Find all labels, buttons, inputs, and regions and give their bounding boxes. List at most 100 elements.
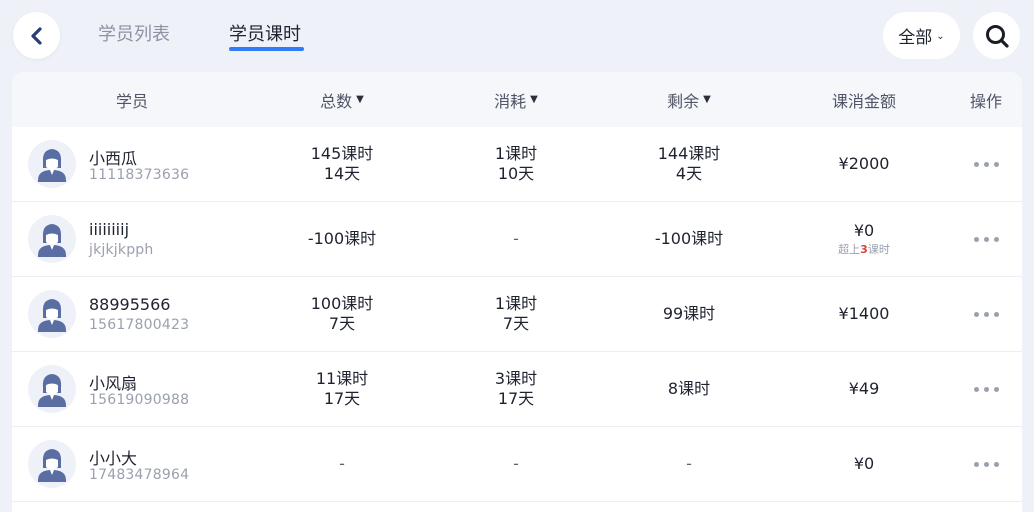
back-button[interactable] (13, 12, 60, 59)
column-header-remaining[interactable]: 剩余 ▼ (649, 72, 729, 127)
consumed-value-line: 17天 (497, 389, 535, 408)
chevron-left-icon (30, 26, 42, 45)
total-hours-cell: -100课时 (292, 202, 392, 276)
student-hours-table: 学员 总数 ▼ 消耗 ▼ 剩余 ▼ 课消金额 操作 小西瓜 11118373636 1… (12, 72, 1022, 512)
column-label: 学员 (115, 91, 148, 111)
total-hours-cell: 145课时 14天 (292, 127, 392, 201)
column-header-total[interactable]: 总数 ▼ (302, 72, 382, 127)
remaining-value-line: -100课时 (654, 229, 724, 248)
consumed-value-line: 1课时 (494, 294, 538, 313)
amount-value: ¥1400 (838, 304, 890, 323)
remaining-value-line: 144课时 (657, 144, 721, 163)
consumed-hours-cell: 3课时 17天 (466, 352, 566, 426)
active-tab-indicator (229, 47, 304, 51)
more-icon (973, 236, 999, 242)
more-actions-button[interactable] (958, 352, 1014, 426)
total-value-line: 11课时 (315, 369, 369, 388)
consumed-value-line: - (513, 229, 519, 248)
more-icon (973, 161, 999, 167)
column-header-student: 学员 (92, 72, 172, 127)
table-header: 学员 总数 ▼ 消耗 ▼ 剩余 ▼ 课消金额 操作 (12, 72, 1022, 127)
total-value-line: 100课时 (310, 294, 374, 313)
amount-cell: ¥1400 (814, 277, 914, 351)
total-value-line: -100课时 (307, 229, 377, 248)
note-suffix: 课时 (867, 243, 890, 256)
student-contact: 11118373636 (89, 167, 190, 183)
remaining-hours-cell: 99课时 (639, 277, 739, 351)
avatar-icon (28, 365, 76, 413)
consumed-hours-cell: - (466, 427, 566, 501)
column-label: 操作 (969, 91, 1002, 111)
consumed-value-line: 3课时 (494, 369, 538, 388)
amount-value: ¥0 (853, 454, 875, 473)
tab-student-hours[interactable]: 学员课时 (229, 20, 301, 46)
table-row[interactable]: 小西瓜 11118373636 145课时 14天 1课时 10天 144课时 4天 … (12, 127, 1022, 202)
amount-value: ¥2000 (838, 154, 890, 173)
student-contact: 15617800423 (89, 317, 190, 333)
column-header-consumed[interactable]: 消耗 ▼ (476, 72, 556, 127)
remaining-hours-cell: 144课时 4天 (639, 127, 739, 201)
avatar-icon (28, 440, 76, 488)
total-hours-cell: 11课时 17天 (292, 352, 392, 426)
avatar-icon (28, 140, 76, 188)
consumed-hours-cell: - (466, 202, 566, 276)
column-label: 剩余 (667, 91, 700, 111)
column-label: 消耗 (494, 91, 527, 111)
more-actions-button[interactable] (958, 427, 1014, 501)
total-value-line: 14天 (323, 164, 361, 183)
consumed-hours-cell: 1课时 7天 (466, 277, 566, 351)
amount-value: ¥49 (848, 379, 880, 398)
total-value-line: 17天 (323, 389, 361, 408)
more-icon (973, 311, 999, 317)
remaining-hours-cell: - (639, 427, 739, 501)
sort-down-icon: ▼ (703, 94, 711, 105)
consumed-hours-cell: 1课时 10天 (466, 127, 566, 201)
table-row[interactable]: 88995566 15617800423 100课时 7天 1课时 7天 99课时 … (12, 277, 1022, 352)
amount-cell: ¥0 超上3课时 (814, 202, 914, 276)
column-header-actions: 操作 (958, 72, 1014, 127)
table-row[interactable]: iiiiiiiij jkjkjkpph -100课时 - -100课时 ¥0 超上… (12, 202, 1022, 277)
total-hours-cell: 100课时 7天 (292, 277, 392, 351)
avatar-icon (28, 290, 76, 338)
student-name: 小风扇 (89, 374, 138, 393)
amount-cell: ¥49 (814, 352, 914, 426)
remaining-hours-cell: 8课时 (639, 352, 739, 426)
remaining-value-line: 99课时 (662, 304, 716, 323)
amount-cell: ¥0 (814, 427, 914, 501)
filter-dropdown[interactable]: 全部 ⌄ (883, 12, 960, 59)
student-name: 小西瓜 (89, 149, 138, 168)
more-actions-button[interactable] (958, 277, 1014, 351)
top-bar: 学员列表 学员课时 全部 ⌄ (0, 0, 1034, 72)
remaining-value-line: 4天 (675, 164, 703, 183)
column-header-amount: 课消金额 (814, 72, 914, 127)
remaining-hours-cell: -100课时 (639, 202, 739, 276)
total-hours-cell: - (292, 427, 392, 501)
more-icon (973, 461, 999, 467)
remaining-value-line: - (686, 454, 692, 473)
overflow-note: 超上3课时 (838, 243, 890, 257)
student-name: 小小大 (89, 449, 138, 468)
consumed-value-line: 10天 (497, 164, 535, 183)
chevron-down-icon: ⌄ (936, 31, 945, 42)
student-contact: jkjkjkpph (89, 242, 154, 258)
tab-student-list[interactable]: 学员列表 (98, 20, 170, 46)
more-actions-button[interactable] (958, 202, 1014, 276)
student-name: 88995566 (89, 295, 171, 314)
column-label: 课消金额 (831, 91, 896, 111)
filter-label: 全部 (898, 28, 933, 48)
consumed-value-line: 7天 (502, 314, 530, 333)
column-label: 总数 (320, 91, 353, 111)
total-value-line: 145课时 (310, 144, 374, 163)
note-count: 3 (860, 243, 868, 256)
search-icon (985, 24, 1009, 48)
table-row[interactable]: 小小大 17483478964 - - - ¥0 (12, 427, 1022, 502)
total-value-line: 7天 (328, 314, 356, 333)
remaining-value-line: 8课时 (667, 379, 711, 398)
table-row[interactable]: 小风扇 15619090988 11课时 17天 3课时 17天 8课时 ¥49 (12, 352, 1022, 427)
more-actions-button[interactable] (958, 127, 1014, 201)
search-button[interactable] (973, 12, 1020, 59)
consumed-value-line: 1课时 (494, 144, 538, 163)
consumed-value-line: - (513, 454, 519, 473)
sort-down-icon: ▼ (530, 94, 538, 105)
amount-value: ¥0 (853, 221, 875, 240)
